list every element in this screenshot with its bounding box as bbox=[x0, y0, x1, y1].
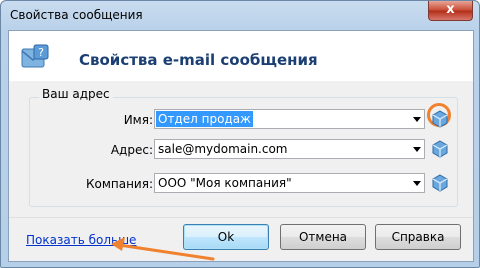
annotation-arrow bbox=[111, 237, 215, 261]
dialog-window: Свойства сообщения x ? Свойства e-mail с… bbox=[0, 0, 480, 268]
